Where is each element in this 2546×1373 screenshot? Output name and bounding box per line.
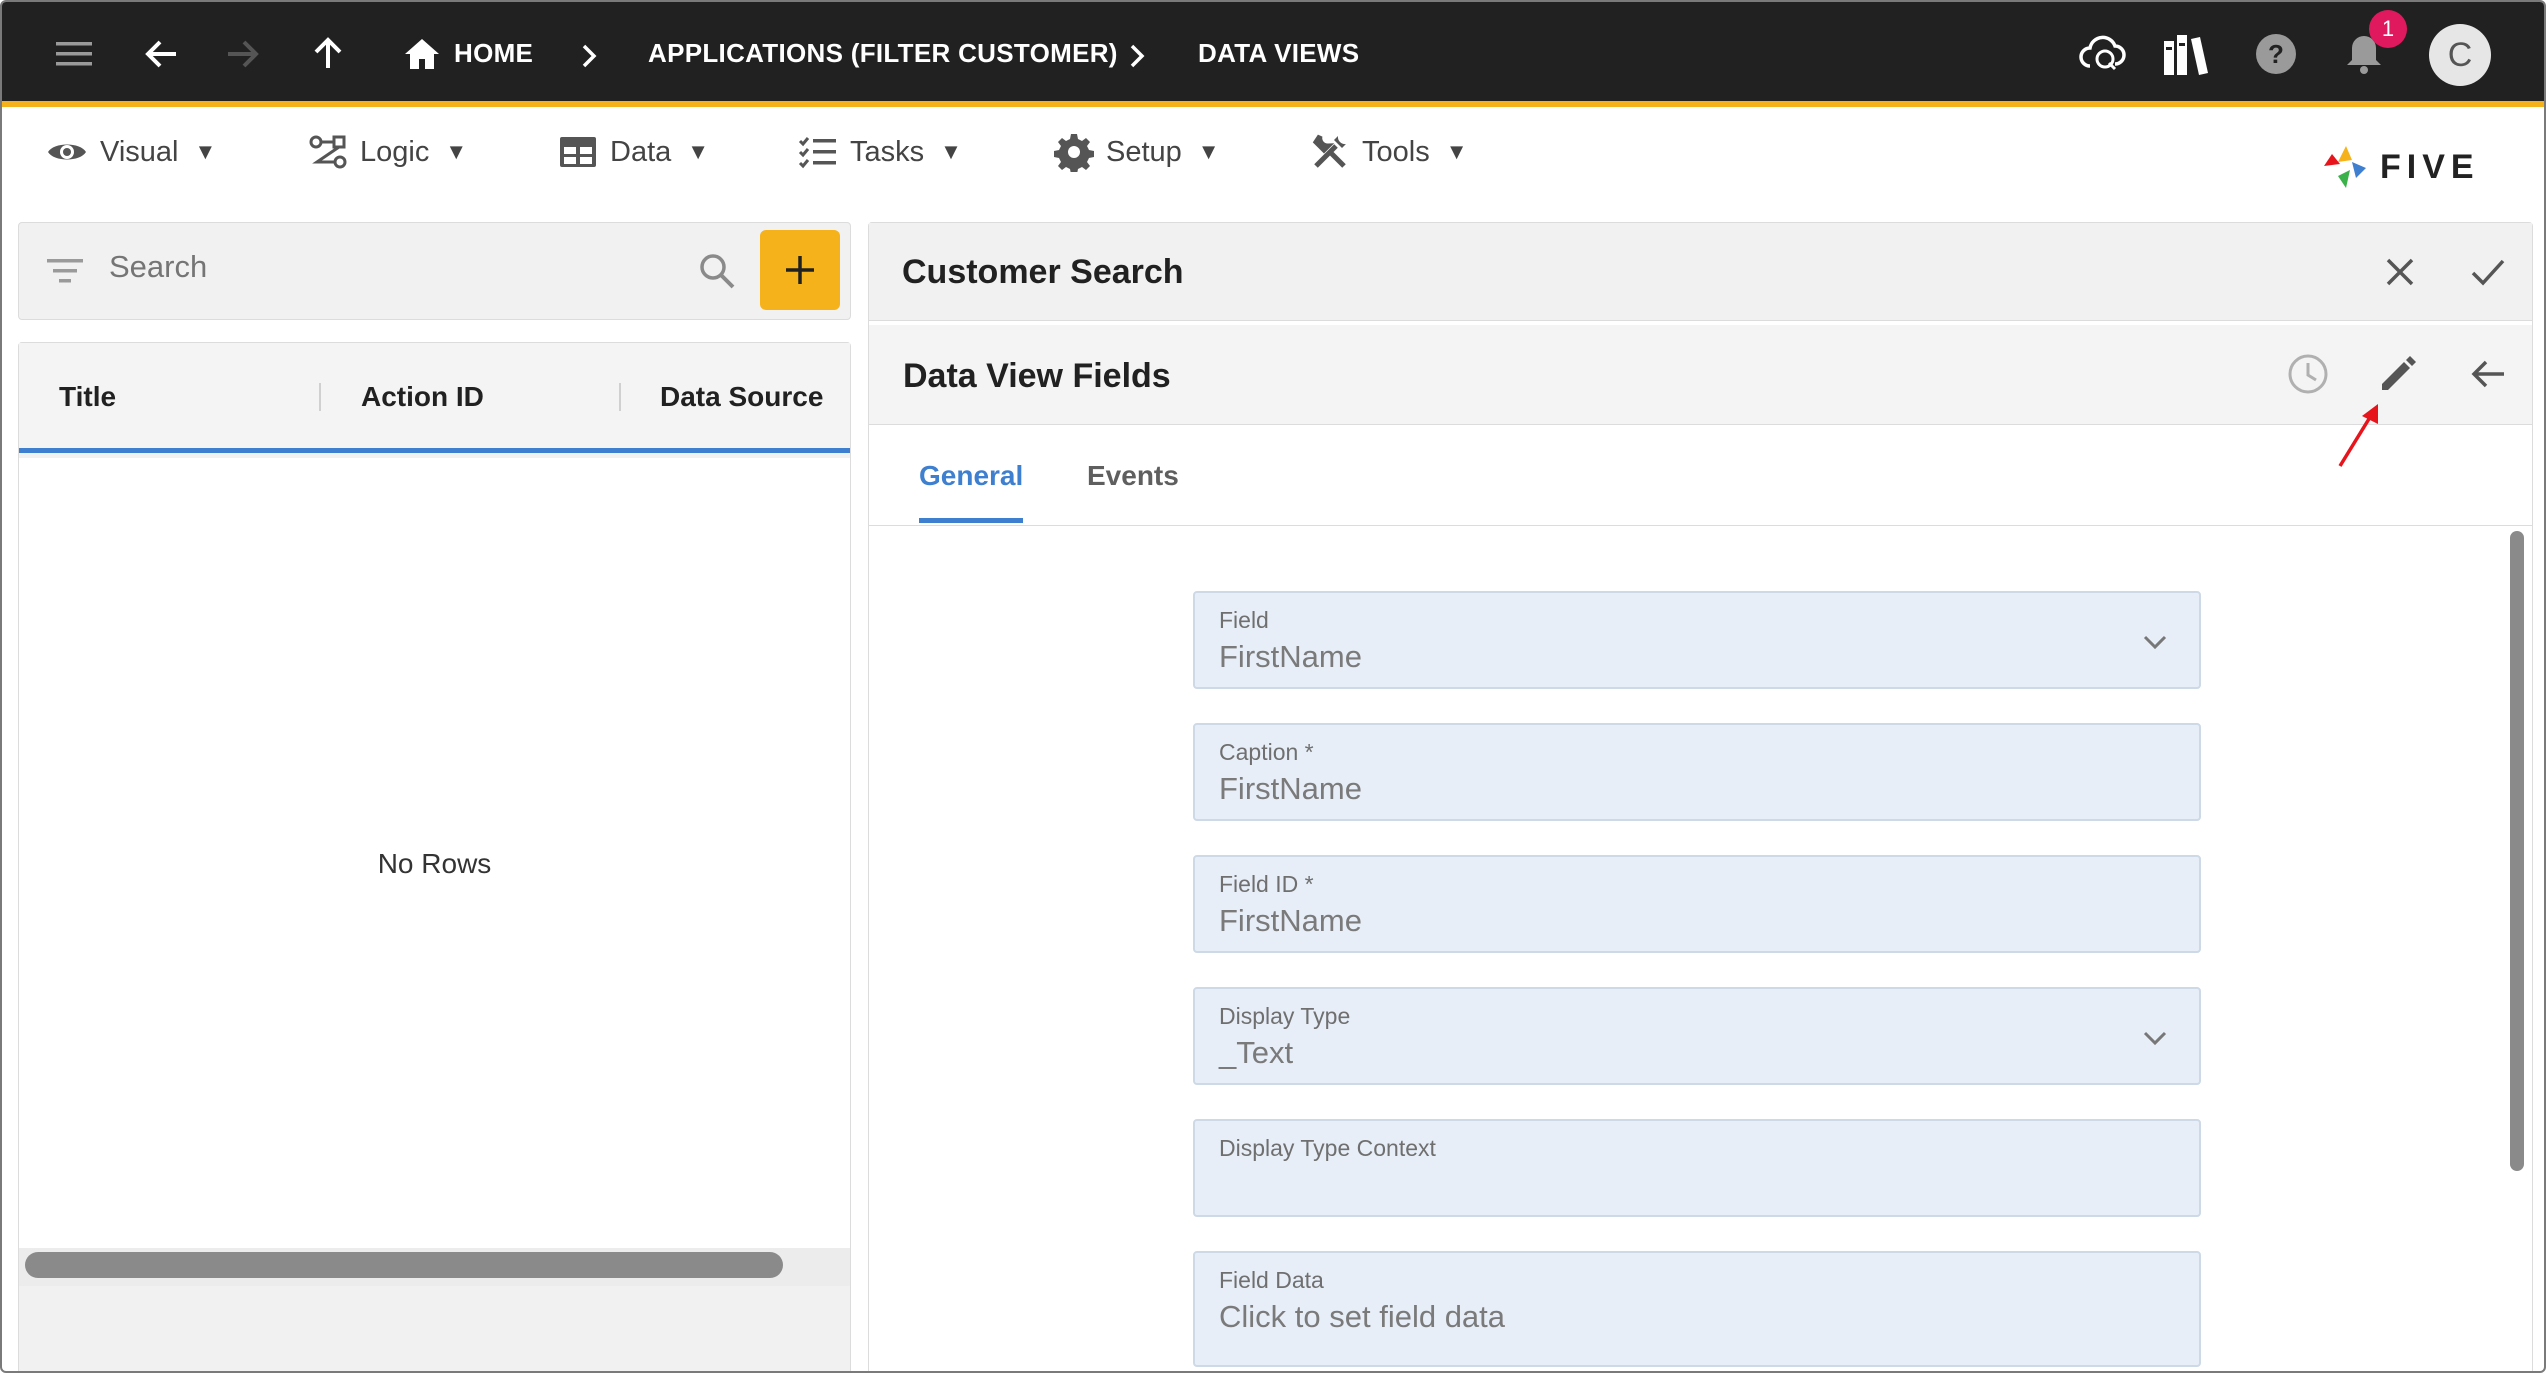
field-label: Field bbox=[1219, 607, 1269, 633]
menu-logic-label: Logic bbox=[360, 135, 430, 168]
search-input[interactable] bbox=[109, 249, 689, 285]
field-value: Click to set field data bbox=[1219, 1299, 1506, 1334]
caret-down-icon: ▼ bbox=[1197, 139, 1220, 164]
notification-badge: 1 bbox=[2369, 10, 2407, 48]
history-icon[interactable] bbox=[2283, 349, 2333, 399]
up-icon[interactable] bbox=[302, 28, 354, 80]
plus-icon bbox=[786, 256, 814, 284]
menu-setup[interactable]: Setup ▼ bbox=[1054, 127, 1220, 177]
breadcrumb-home[interactable]: HOME bbox=[454, 38, 533, 69]
five-logo-text: FIVE bbox=[2380, 148, 2480, 186]
close-icon[interactable] bbox=[2375, 247, 2425, 297]
vertical-scrollbar-thumb[interactable] bbox=[2510, 531, 2524, 1171]
home-icon[interactable] bbox=[396, 28, 448, 80]
menu-tools-label: Tools bbox=[1362, 135, 1430, 168]
breadcrumb-applications[interactable]: APPLICATIONS (FILTER CUSTOMER) bbox=[648, 38, 1118, 69]
field-value: FirstName bbox=[1219, 771, 1362, 806]
logic-icon bbox=[309, 135, 347, 169]
form-panel: Customer Search Data View Fields General… bbox=[868, 222, 2533, 1371]
menu-bar: Visual ▼ Logic ▼ Data ▼ Tasks ▼ Setup ▼ … bbox=[2, 107, 2544, 217]
menu-logic[interactable]: Logic ▼ bbox=[308, 127, 467, 177]
library-icon[interactable] bbox=[2160, 28, 2212, 80]
field-value: FirstName bbox=[1219, 639, 1362, 674]
app-window: HOME APPLICATIONS (FILTER CUSTOMER) DATA… bbox=[0, 0, 2546, 1373]
filter-icon[interactable] bbox=[45, 253, 85, 289]
chevron-right-icon bbox=[582, 44, 597, 68]
menu-tasks-label: Tasks bbox=[850, 135, 925, 168]
annotation-arrow-icon bbox=[2338, 404, 2378, 467]
column-divider[interactable] bbox=[319, 383, 321, 411]
caret-down-icon: ▼ bbox=[1445, 139, 1468, 164]
tasks-icon bbox=[798, 137, 836, 169]
menu-setup-label: Setup bbox=[1106, 135, 1182, 168]
horizontal-scrollbar-thumb[interactable] bbox=[25, 1252, 783, 1278]
back-arrow-icon[interactable] bbox=[2463, 349, 2513, 399]
list-header: Title Action ID Data Source bbox=[19, 343, 850, 453]
edit-icon[interactable] bbox=[2373, 349, 2423, 399]
table-icon bbox=[560, 137, 596, 167]
display-type-select[interactable]: Display Type _Text bbox=[1193, 987, 2201, 1085]
tab-bar: General Events bbox=[869, 426, 2532, 526]
check-icon[interactable] bbox=[2463, 247, 2513, 297]
svg-text:?: ? bbox=[2268, 39, 2284, 69]
menu-data-label: Data bbox=[610, 135, 672, 168]
form-header: Customer Search bbox=[869, 223, 2532, 321]
tab-events[interactable]: Events bbox=[1087, 460, 1179, 492]
menu-visual[interactable]: Visual ▼ bbox=[46, 127, 216, 177]
caret-down-icon: ▼ bbox=[445, 139, 468, 164]
chevron-down-icon[interactable] bbox=[2140, 627, 2170, 657]
subform-title: Data View Fields bbox=[903, 357, 1171, 395]
caret-down-icon: ▼ bbox=[687, 139, 710, 164]
empty-state-text: No Rows bbox=[377, 848, 492, 879]
list-panel: Title Action ID Data Source No Rows bbox=[18, 342, 851, 1371]
gear-icon bbox=[1054, 134, 1094, 172]
caret-down-icon: ▼ bbox=[194, 139, 217, 164]
column-header-action-id[interactable]: Action ID bbox=[361, 381, 484, 413]
column-header-title[interactable]: Title bbox=[59, 381, 116, 413]
menu-visual-label: Visual bbox=[100, 135, 179, 168]
list-body: No Rows bbox=[19, 458, 850, 1258]
forward-icon[interactable] bbox=[216, 28, 268, 80]
field-data-field[interactable]: Field Data Click to set field data bbox=[1193, 1251, 2201, 1367]
menu-icon[interactable] bbox=[48, 28, 100, 80]
column-header-data-source[interactable]: Data Source bbox=[660, 381, 823, 413]
field-label: Display Type bbox=[1219, 1003, 1351, 1029]
caret-down-icon: ▼ bbox=[940, 139, 962, 164]
chevron-right-icon bbox=[1130, 44, 1145, 68]
column-divider[interactable] bbox=[619, 383, 621, 411]
search-icon[interactable] bbox=[697, 251, 737, 291]
field-value: FirstName bbox=[1219, 903, 1362, 938]
top-bar: HOME APPLICATIONS (FILTER CUSTOMER) DATA… bbox=[2, 2, 2544, 107]
field-label: Field ID * bbox=[1219, 871, 1314, 897]
eye-icon bbox=[48, 144, 86, 160]
chevron-down-icon[interactable] bbox=[2140, 1023, 2170, 1053]
search-bar bbox=[18, 222, 851, 320]
breadcrumb-data-views[interactable]: DATA VIEWS bbox=[1198, 38, 1359, 69]
field-label: Display Type Context bbox=[1219, 1135, 1436, 1161]
menu-tools[interactable]: Tools ▼ bbox=[1310, 127, 1467, 177]
tools-icon bbox=[1312, 134, 1346, 168]
menu-data[interactable]: Data ▼ bbox=[558, 127, 709, 177]
field-id-field[interactable]: Field ID * FirstName bbox=[1193, 855, 2201, 953]
field-label: Caption * bbox=[1219, 739, 1314, 765]
display-type-context-field[interactable]: Display Type Context bbox=[1193, 1119, 2201, 1217]
back-icon[interactable] bbox=[136, 28, 188, 80]
field-label: Field Data bbox=[1219, 1267, 1324, 1293]
help-icon[interactable]: ? bbox=[2250, 28, 2302, 80]
form-title: Customer Search bbox=[902, 253, 1184, 291]
field-value: _Text bbox=[1219, 1035, 1294, 1070]
menu-tasks[interactable]: Tasks ▼ bbox=[798, 127, 962, 177]
caption-field[interactable]: Caption * FirstName bbox=[1193, 723, 2201, 821]
tab-general[interactable]: General bbox=[919, 460, 1024, 523]
avatar[interactable]: C bbox=[2429, 24, 2491, 86]
field-select[interactable]: Field FirstName bbox=[1193, 591, 2201, 689]
add-button[interactable] bbox=[760, 230, 840, 310]
subform-header: Data View Fields bbox=[869, 325, 2532, 425]
cloud-sync-icon[interactable] bbox=[2076, 28, 2128, 80]
